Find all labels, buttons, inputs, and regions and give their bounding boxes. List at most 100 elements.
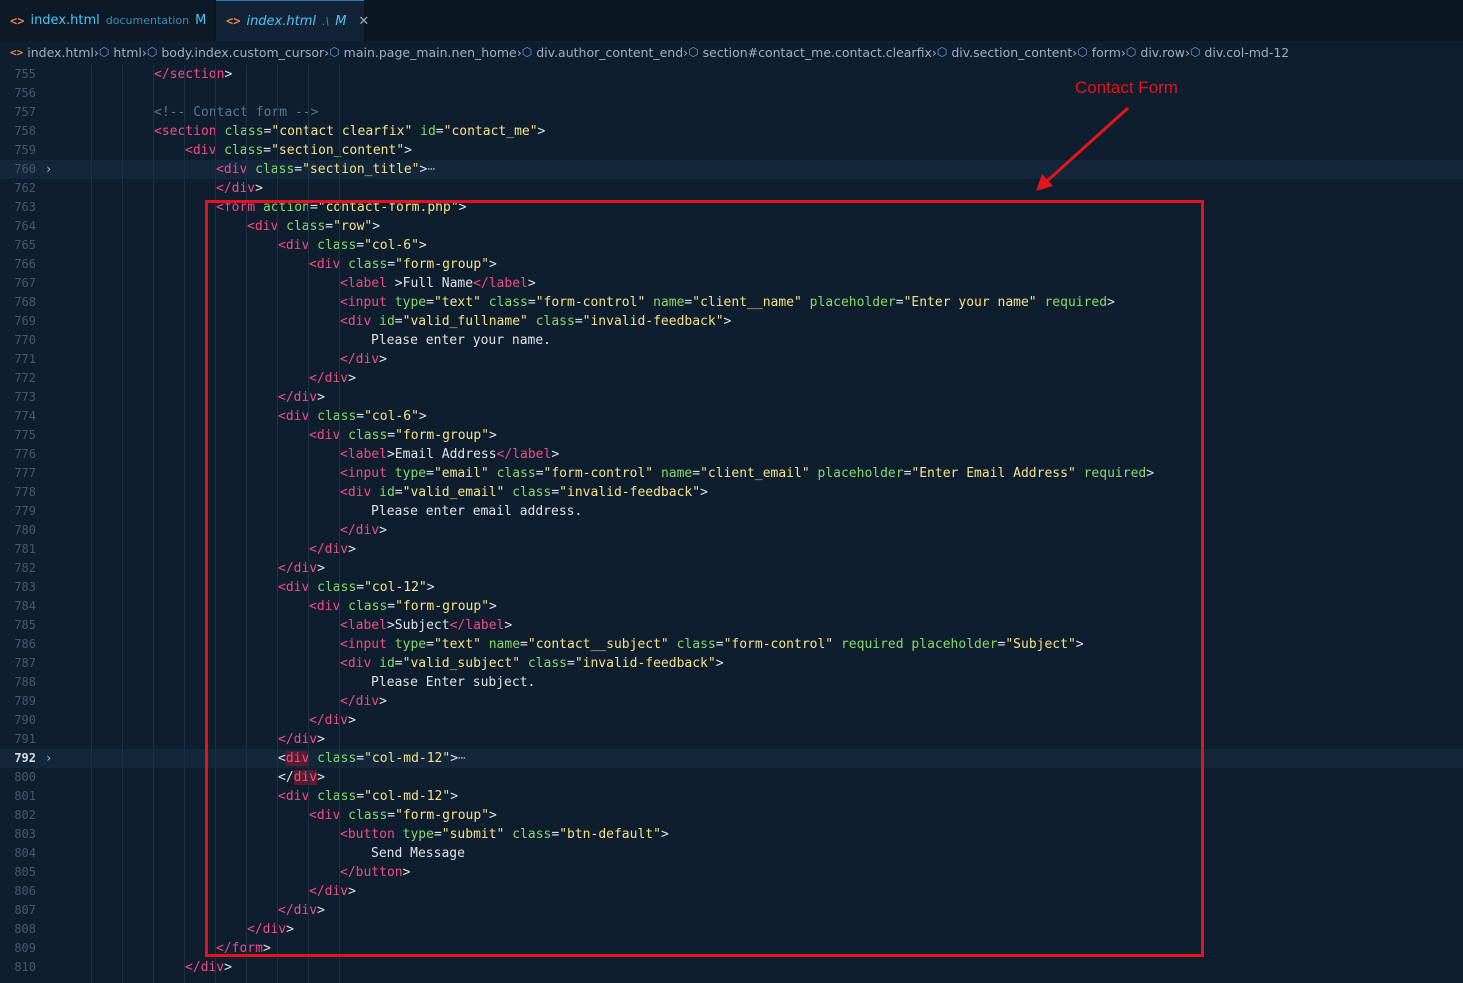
line-number: 809 <box>14 941 36 955</box>
code-line[interactable]: 762 </div> <box>0 179 1463 198</box>
code-line[interactable]: 760 › <div class="section_title">⋯ <box>0 160 1463 179</box>
line-number: 800 <box>14 770 36 784</box>
line-number: 785 <box>14 618 36 632</box>
breadcrumb-label: div.row <box>1140 44 1185 60</box>
breadcrumb-label: main.page_main.nen_home <box>343 44 517 60</box>
code-text: <!-- Contact form --> <box>154 103 318 122</box>
line-number: 767 <box>14 276 36 290</box>
breadcrumb-item[interactable]: ⬡ main.page_main.nen_home <box>329 45 517 60</box>
breadcrumb-label: index.html <box>27 44 94 60</box>
breadcrumb-item[interactable]: ⬡ section#contact_me.contact.clearfix <box>688 45 932 60</box>
code-token: > <box>537 124 546 139</box>
line-number: 801 <box>14 789 36 803</box>
line-number: 779 <box>14 504 36 518</box>
code-text: </section> <box>154 65 232 84</box>
code-token: > <box>224 960 232 975</box>
fold-chevron-icon[interactable]: › <box>45 160 57 179</box>
code-line[interactable]: 757 <!-- Contact form --> <box>0 103 1463 122</box>
breadcrumb-label: div.section_content <box>951 44 1073 60</box>
line-number: 757 <box>14 105 36 119</box>
code-token: > <box>224 67 233 82</box>
code-token: > <box>404 143 412 158</box>
line-number: 756 <box>14 86 36 100</box>
code-token: "contact clearfix" <box>271 124 413 139</box>
breadcrumb-item[interactable]: ⬡ body.index.custom_cursor <box>147 45 324 60</box>
line-number: 766 <box>14 257 36 271</box>
code-token: > <box>255 181 263 196</box>
line-number: 770 <box>14 333 36 347</box>
breadcrumb-label: section#contact_me.contact.clearfix <box>702 44 932 60</box>
breadcrumb-item[interactable]: ⬡ div.section_content <box>937 45 1072 60</box>
line-number: 790 <box>14 713 36 727</box>
line-number: 764 <box>14 219 36 233</box>
code-token: "section_title" <box>302 162 420 177</box>
code-text: </div> <box>185 958 232 977</box>
code-line[interactable]: 758 <section class="contact clearfix" id=… <box>0 122 1463 141</box>
line-number: 789 <box>14 694 36 708</box>
code-line[interactable]: 810 </div> <box>0 958 1463 977</box>
tab-filename: index.html <box>30 13 100 28</box>
breadcrumb-label: body.index.custom_cursor <box>161 44 325 60</box>
line-number: 781 <box>14 542 36 556</box>
line-number: 804 <box>14 846 36 860</box>
annotation-highlight-box <box>205 200 1204 957</box>
breadcrumb-label: div.col-md-12 <box>1204 44 1290 60</box>
code-text: </div> <box>216 179 263 198</box>
line-number: 806 <box>14 884 36 898</box>
breadcrumb-item[interactable]: ⬡ div.author_content_end <box>522 45 683 60</box>
line-number: 782 <box>14 561 36 575</box>
code-token: = <box>263 143 272 158</box>
indent-guide <box>184 65 185 983</box>
line-number: 760 <box>14 162 36 176</box>
line-number: 759 <box>14 143 36 157</box>
line-number: 787 <box>14 656 36 670</box>
fold-chevron-icon[interactable]: › <box>45 749 57 768</box>
line-number: 783 <box>14 580 36 594</box>
breadcrumb-item[interactable]: ⬡ div.col-md-12 <box>1190 45 1289 60</box>
code-token: = <box>294 162 303 177</box>
line-number: 773 <box>14 390 36 404</box>
code-line[interactable]: 756 <box>0 84 1463 103</box>
line-number: 807 <box>14 903 36 917</box>
line-number: 784 <box>14 599 36 613</box>
breadcrumb-item[interactable]: ⬡ html <box>99 45 142 60</box>
code-token: </div <box>216 181 256 196</box>
line-number: 771 <box>14 352 36 366</box>
tab-filename: index.html <box>246 13 316 29</box>
tab-modified-badge: M <box>195 13 207 28</box>
symbol-element-icon: ⬡ <box>329 45 340 59</box>
code-text: <div class="section_content"> <box>185 141 412 160</box>
tab-path: .\ <box>322 14 330 28</box>
breadcrumb-item[interactable]: ⬡ form <box>1077 45 1121 60</box>
code-token: <!-- Contact form --> <box>154 105 319 120</box>
code-token: class <box>224 124 264 139</box>
html-file-icon: <> <box>10 13 25 28</box>
close-icon[interactable]: ✕ <box>358 14 369 29</box>
line-number: 780 <box>14 523 36 537</box>
code-text: <div class="section_title">⋯ <box>216 160 435 179</box>
tab-index-documentation[interactable]: <> index.html documentation M <box>0 0 214 41</box>
line-number: 792 <box>14 751 36 765</box>
code-token: <div <box>185 143 217 158</box>
breadcrumb-label: div.author_content_end <box>536 44 684 60</box>
line-number: 755 <box>14 67 36 81</box>
breadcrumb-item[interactable]: ⬡ div.row <box>1126 45 1185 60</box>
indent-guide <box>122 65 123 983</box>
symbol-element-icon: ⬡ <box>1077 45 1088 59</box>
breadcrumb-item[interactable]: <> index.html <box>10 45 94 60</box>
code-line[interactable]: 755 </section> <box>0 65 1463 84</box>
code-line[interactable]: 759 <div class="section_content"> <box>0 141 1463 160</box>
line-number: 765 <box>14 238 36 252</box>
symbol-element-icon: ⬡ <box>1125 45 1137 59</box>
tab-index-active[interactable]: <> index.html .\ M ✕ <box>216 0 369 41</box>
code-token: <div <box>216 162 248 177</box>
html-file-icon: <> <box>10 45 24 59</box>
line-number: 810 <box>14 960 36 974</box>
symbol-element-icon: ⬡ <box>521 45 533 59</box>
code-token: </div <box>185 960 225 975</box>
line-number: 758 <box>14 124 36 138</box>
line-number: 762 <box>14 181 36 195</box>
line-number: 774 <box>14 409 36 423</box>
code-token: </section <box>154 67 225 82</box>
